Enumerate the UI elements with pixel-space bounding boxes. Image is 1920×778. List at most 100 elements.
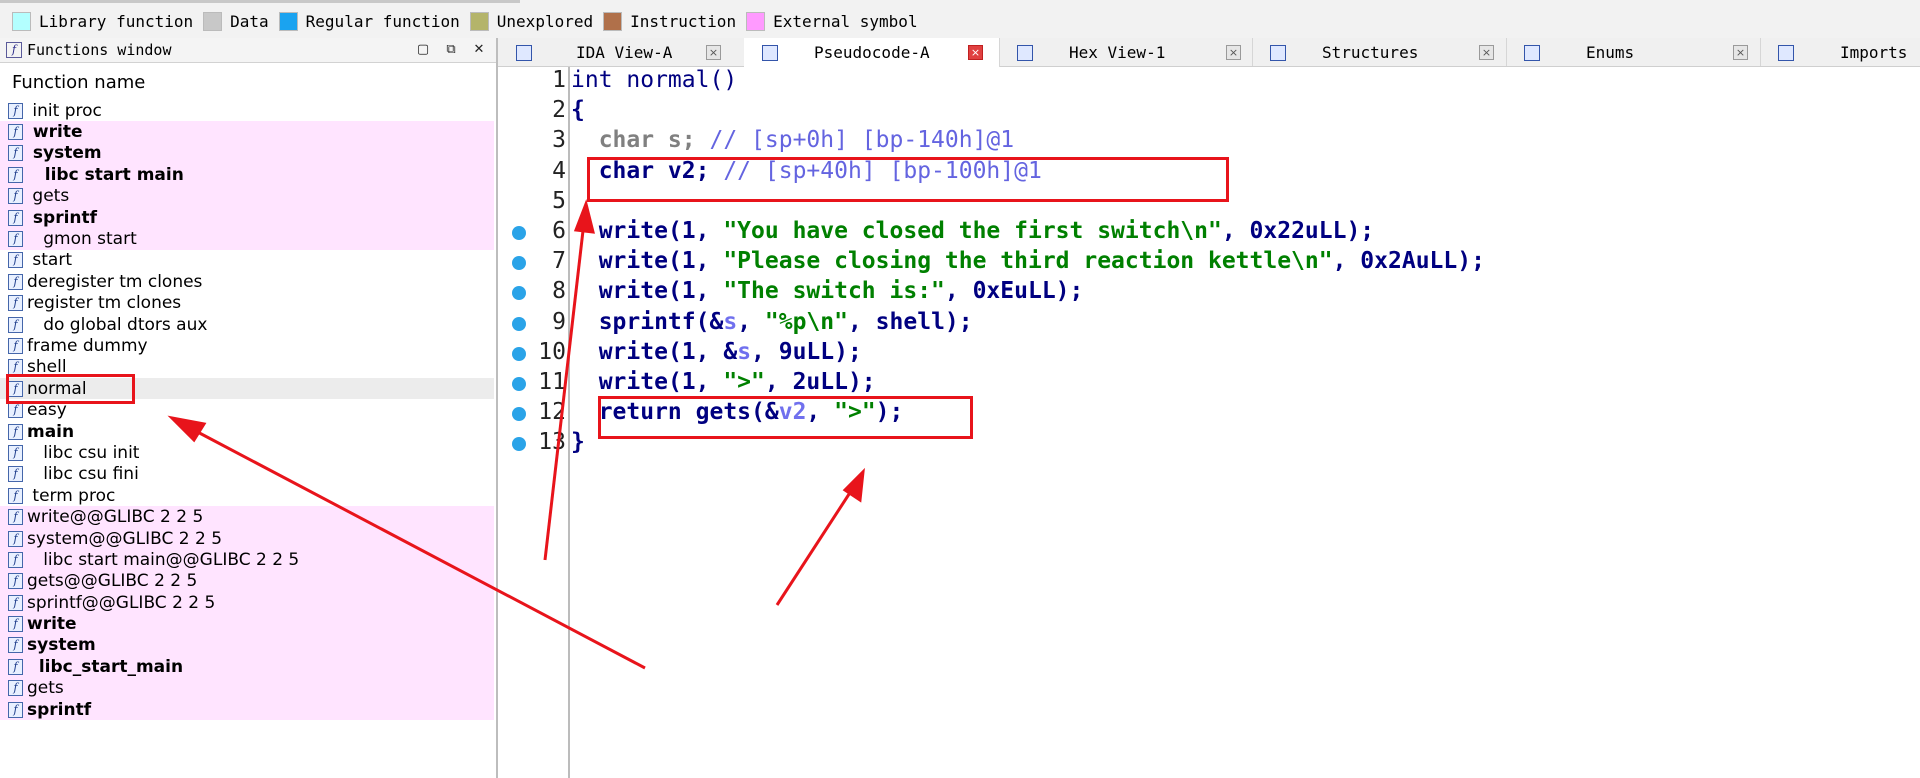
function-icon: f bbox=[8, 423, 23, 440]
code-token: , bbox=[737, 308, 765, 335]
function-list-item[interactable]: f gets bbox=[0, 677, 494, 699]
function-list-item[interactable]: f gets bbox=[0, 185, 494, 207]
code-text: char s; // [sp+0h] [bp-140h]@1 bbox=[571, 127, 1014, 153]
line-number: 7 bbox=[552, 248, 566, 275]
function-list-item[interactable]: f libc_start_main bbox=[0, 656, 494, 678]
tab-label: Hex View-1 bbox=[1069, 43, 1166, 62]
tab-close-icon[interactable]: × bbox=[1733, 45, 1748, 60]
legend-label: External symbol bbox=[773, 12, 918, 31]
function-list-item[interactable]: f do global dtors aux bbox=[0, 314, 494, 335]
function-list-item[interactable]: f system bbox=[0, 142, 494, 165]
function-list-item[interactable]: f term proc bbox=[0, 485, 494, 506]
function-list-item[interactable]: f system@@GLIBC 2 2 5 bbox=[0, 527, 494, 550]
tab-close-icon[interactable]: × bbox=[1226, 45, 1241, 60]
function-name: write bbox=[27, 122, 83, 143]
code-line[interactable]: 7 write(1, "Please closing the third rea… bbox=[498, 248, 1920, 278]
function-list-item[interactable]: f frame dummy bbox=[0, 335, 494, 356]
function-list-item[interactable]: f libc start main@@GLIBC 2 2 5 bbox=[0, 549, 494, 571]
function-list-item[interactable]: f libc csu fini bbox=[0, 464, 494, 485]
breakpoint-dot-icon[interactable] bbox=[512, 346, 526, 361]
function-icon: f bbox=[8, 530, 23, 547]
tab-close-icon[interactable]: × bbox=[968, 45, 983, 60]
function-name-column-header[interactable]: Function name bbox=[12, 72, 145, 93]
legend-items: Library function Data Regular function Unex… bbox=[12, 12, 928, 31]
code-token: char s; bbox=[571, 127, 710, 154]
function-list-item[interactable]: f write@@GLIBC 2 2 5 bbox=[0, 506, 494, 528]
function-icon: f bbox=[8, 701, 23, 718]
close-icon[interactable]: ✕ bbox=[470, 41, 488, 59]
function-list-item[interactable]: f libc csu init bbox=[0, 442, 494, 463]
code-token: (1, & bbox=[667, 338, 738, 365]
code-token: (1, bbox=[667, 248, 724, 275]
view-icon bbox=[1524, 45, 1540, 61]
code-token: write bbox=[571, 338, 668, 365]
breakpoint-dot-icon[interactable] bbox=[512, 377, 526, 391]
tab-imports[interactable]: Imports bbox=[1760, 38, 1920, 66]
tab-close-icon[interactable]: × bbox=[1479, 45, 1494, 60]
code-token: , 2uLL); bbox=[764, 369, 876, 395]
function-list-item[interactable]: f libc start main bbox=[0, 164, 494, 186]
tab-hex-view-1[interactable]: Hex View-1 × bbox=[999, 38, 1253, 66]
code-line[interactable]: 8 write(1, "The switch is:", 0xEuLL); bbox=[498, 278, 1920, 308]
function-list-item[interactable]: f init proc bbox=[0, 100, 494, 121]
code-text: } bbox=[571, 429, 585, 455]
code-token: int normal() bbox=[571, 67, 738, 93]
tab-structures[interactable]: Structures × bbox=[1252, 38, 1507, 66]
function-list-item[interactable]: f register tm clones bbox=[0, 293, 494, 314]
function-icon: f bbox=[8, 337, 23, 354]
function-icon: f bbox=[8, 188, 23, 205]
legend-swatch bbox=[746, 12, 766, 31]
function-name: libc csu fini bbox=[27, 464, 139, 485]
code-line[interactable]: 11 write(1, ">", 2uLL); bbox=[498, 369, 1920, 399]
function-list-item[interactable]: f gmon start bbox=[0, 228, 494, 250]
tab-pseudocode-a[interactable]: Pseudocode-A × bbox=[744, 38, 1000, 67]
code-line[interactable]: 1 int normal() bbox=[498, 67, 1920, 97]
code-token: , 0x2AuLL); bbox=[1332, 248, 1485, 275]
function-list-item[interactable]: f sprintf bbox=[0, 206, 494, 229]
function-name: deregister tm clones bbox=[27, 271, 203, 292]
function-name: write bbox=[27, 614, 77, 635]
tab-ida-view-a[interactable]: IDA View-A × bbox=[498, 38, 745, 66]
function-name: do global dtors aux bbox=[27, 314, 208, 335]
function-icon: f bbox=[8, 637, 23, 654]
legend-item: Unexplored bbox=[469, 12, 594, 31]
line-number: 11 bbox=[538, 369, 566, 395]
function-list-item[interactable]: f write bbox=[0, 121, 494, 143]
code-line[interactable]: 9 sprintf(&s, "%p\n", shell); bbox=[498, 309, 1920, 339]
function-list: f init proc f write f system f libc start m… bbox=[0, 100, 494, 721]
code-line[interactable]: 2{ bbox=[498, 97, 1920, 127]
legend-swatch bbox=[203, 12, 223, 31]
breakpoint-dot-icon[interactable] bbox=[512, 226, 526, 240]
function-list-item[interactable]: f write bbox=[0, 613, 494, 635]
code-text: write(1, "You have closed the first swit… bbox=[571, 218, 1374, 244]
function-icon: f bbox=[8, 316, 23, 333]
function-name: system@@GLIBC 2 2 5 bbox=[27, 528, 223, 549]
legend-label: Instruction bbox=[630, 12, 737, 31]
function-list-item[interactable]: f start bbox=[0, 250, 494, 271]
function-icon: f bbox=[8, 509, 23, 526]
function-list-item[interactable]: f main bbox=[0, 421, 494, 442]
breakpoint-dot-icon[interactable] bbox=[512, 316, 526, 331]
function-list-item[interactable]: f deregister tm clones bbox=[0, 271, 494, 292]
function-list-item[interactable]: f sprintf@@GLIBC 2 2 5 bbox=[0, 591, 494, 614]
tab-label: Enums bbox=[1586, 43, 1635, 62]
function-list-item[interactable]: f sprintf bbox=[0, 698, 494, 721]
code-line[interactable]: 3 char s; // [sp+0h] [bp-140h]@1 bbox=[498, 127, 1920, 157]
code-token: } bbox=[571, 429, 585, 456]
float-window-icon[interactable]: ⧉ bbox=[442, 41, 460, 59]
function-list-item[interactable]: f system bbox=[0, 634, 494, 657]
tab-label: IDA View-A bbox=[576, 43, 673, 62]
code-line[interactable]: 10 write(1, &s, 9uLL); bbox=[498, 339, 1920, 369]
legend-label: Unexplored bbox=[496, 12, 594, 31]
restore-icon[interactable]: ▢ bbox=[414, 41, 432, 59]
highlight-box-normal bbox=[6, 374, 135, 404]
code-token: (1, bbox=[667, 218, 724, 244]
code-token: s bbox=[737, 338, 752, 365]
code-line[interactable]: 6 write(1, "You have closed the first sw… bbox=[498, 218, 1920, 248]
tab-enums[interactable]: Enums × bbox=[1506, 38, 1761, 66]
tab-close-icon[interactable]: × bbox=[706, 45, 721, 60]
color-legend-bar: Library function Data Regular function Unex… bbox=[0, 0, 1920, 39]
code-token: // [sp+0h] [bp-140h]@1 bbox=[709, 127, 1015, 154]
function-list-item[interactable]: f gets@@GLIBC 2 2 5 bbox=[0, 570, 494, 592]
overview-navigator-strip[interactable] bbox=[0, 0, 520, 3]
